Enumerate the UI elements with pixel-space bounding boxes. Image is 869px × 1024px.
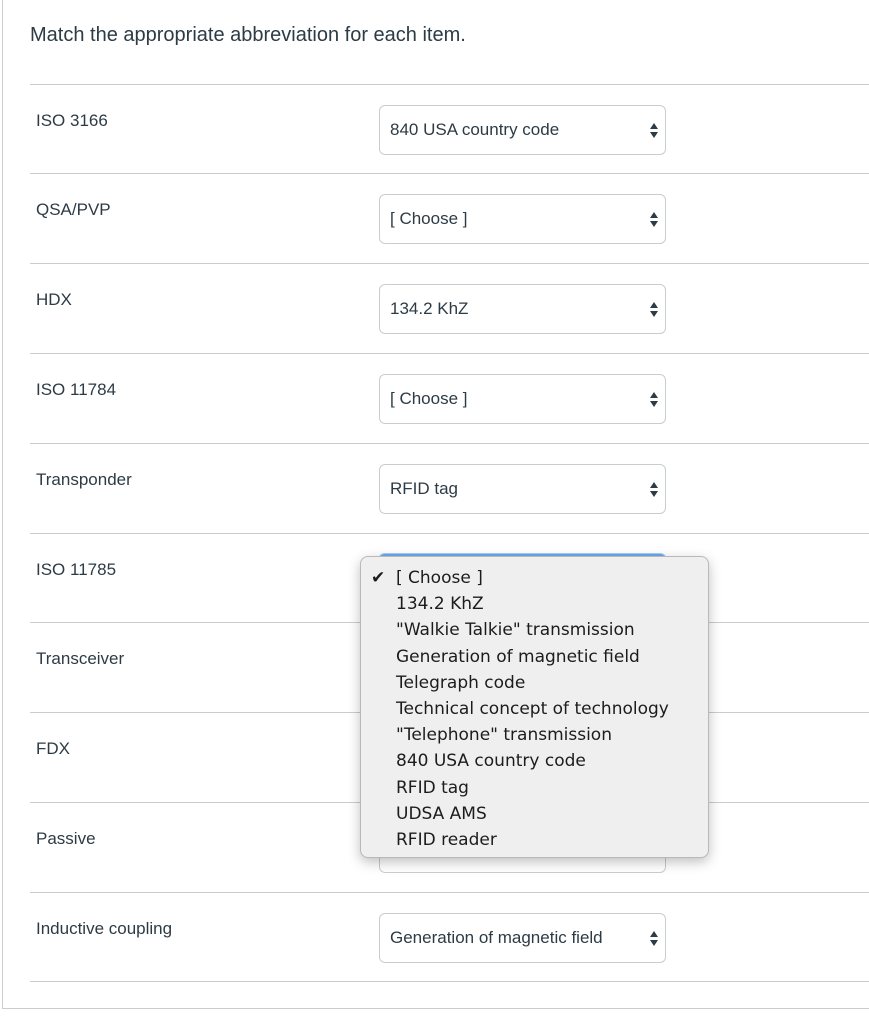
select-arrows-icon (649, 120, 659, 140)
answer-select[interactable]: 134.2 KhZ (379, 284, 666, 334)
dropdown-option[interactable]: Technical concept of technology (361, 696, 708, 722)
dropdown-option[interactable]: Telegraph code (361, 670, 708, 696)
match-item-label: Transponder (36, 470, 132, 489)
dropdown-option[interactable]: RFID tag (361, 775, 708, 801)
match-row: ISO 11784 [ Choose ] (30, 353, 869, 443)
dropdown-option[interactable]: UDSA AMS (361, 801, 708, 827)
answer-select-value: 840 USA country code (390, 120, 560, 139)
dropdown-option-label: RFID tag (396, 777, 469, 798)
match-item-label: Inductive coupling (36, 919, 173, 938)
match-item-label: Transceiver (36, 649, 125, 668)
match-item-label: Passive (36, 829, 96, 848)
select-arrows-icon (649, 209, 659, 229)
dropdown-option[interactable]: RFID reader (361, 827, 708, 853)
select-arrows-icon (649, 389, 659, 409)
match-item-label: FDX (36, 739, 70, 758)
answer-select-value: RFID tag (390, 479, 459, 498)
match-item-label: QSA/PVP (36, 200, 111, 219)
match-item-label: ISO 11784 (36, 380, 117, 399)
dropdown-option-label: "Walkie Talkie" transmission (396, 620, 635, 641)
dropdown-option-label: RFID reader (396, 829, 497, 850)
dropdown-option-label: [ Choose ] (396, 568, 483, 588)
match-item-label: ISO 3166 (36, 111, 108, 130)
dropdown-option-label: UDSA AMS (396, 803, 487, 824)
dropdown-option[interactable]: "Telephone" transmission (361, 722, 708, 748)
dropdown-option[interactable]: 134.2 KhZ (361, 591, 708, 617)
answer-dropdown-menu[interactable]: ✔ [ Choose ] 134.2 KhZ "Walkie Talkie" tran… (360, 556, 709, 858)
dropdown-option-label: 134.2 KhZ (396, 594, 484, 615)
answer-select[interactable]: 840 USA country code (379, 105, 666, 155)
question-prompt: Match the appropriate abbreviation for e… (30, 24, 466, 46)
answer-select-value: Generation of magnetic field (390, 928, 603, 947)
match-row: Transponder RFID tag (30, 443, 869, 533)
select-arrows-icon (649, 299, 659, 319)
dropdown-option[interactable]: "Walkie Talkie" transmission (361, 617, 708, 643)
answer-select[interactable]: [ Choose ] (379, 194, 666, 244)
match-item-label: ISO 11785 (36, 560, 117, 579)
match-item-label: HDX (36, 290, 72, 309)
dropdown-option-label: "Telephone" transmission (396, 725, 612, 746)
select-arrows-icon (649, 928, 659, 948)
answer-select[interactable]: [ Choose ] (379, 374, 666, 424)
answer-select[interactable]: RFID tag (379, 464, 666, 514)
match-row: HDX 134.2 KhZ (30, 263, 869, 353)
answer-select-value: 134.2 KhZ (390, 299, 469, 318)
match-row: Inductive coupling Generation of magnetic… (30, 892, 869, 982)
divider (30, 981, 869, 982)
select-arrows-icon (649, 479, 659, 499)
match-row: QSA/PVP [ Choose ] (30, 173, 869, 263)
dropdown-option[interactable]: Generation of magnetic field (361, 644, 708, 670)
dropdown-option[interactable]: ✔ [ Choose ] (361, 565, 708, 591)
checkmark-icon: ✔ (371, 568, 386, 588)
dropdown-option-label: Technical concept of technology (396, 698, 669, 719)
dropdown-option-label: 840 USA country code (396, 751, 586, 772)
answer-select-value: [ Choose ] (390, 209, 468, 228)
dropdown-option-label: Telegraph code (396, 672, 526, 693)
answer-select[interactable]: Generation of magnetic field (379, 913, 666, 963)
dropdown-option-label: Generation of magnetic field (396, 646, 640, 667)
answer-select-value: [ Choose ] (390, 389, 468, 408)
dropdown-option[interactable]: 840 USA country code (361, 748, 708, 774)
match-row: ISO 3166 840 USA country code (30, 84, 869, 174)
